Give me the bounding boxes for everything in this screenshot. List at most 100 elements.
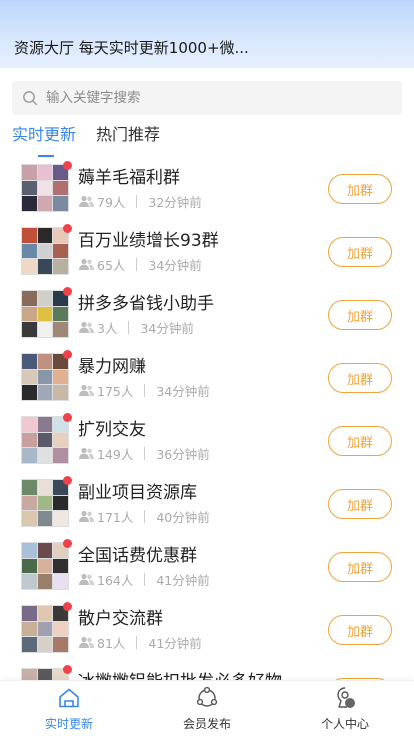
member-count: 65人 <box>97 257 126 273</box>
group-list-item[interactable]: 散户交流群 81人 41分钟前 加群 <box>0 601 414 664</box>
update-time: 32分钟前 <box>148 194 202 210</box>
group-avatar <box>21 605 69 653</box>
divider <box>128 320 130 334</box>
header: 资源大厅 每天实时更新1000+微... <box>0 0 414 68</box>
member-count: 171人 <box>97 509 134 525</box>
group-meta: 164人 41分钟前 <box>79 571 210 588</box>
group-name: 扩列交友 <box>78 420 146 440</box>
tab-hot[interactable]: 热门推荐 <box>96 124 160 146</box>
group-meta: 175人 34分钟前 <box>79 382 210 399</box>
members-icon <box>79 510 94 522</box>
members-icon <box>79 573 94 585</box>
members-icon <box>79 384 94 396</box>
group-list-item[interactable]: 副业项目资源库 171人 40分钟前 加群 <box>0 475 414 538</box>
update-time: 41分钟前 <box>156 572 210 588</box>
group-avatar <box>21 479 69 527</box>
group-meta: 149人 36分钟前 <box>79 445 210 462</box>
members-icon <box>79 195 94 207</box>
group-name: 副业项目资源库 <box>78 483 197 503</box>
unread-badge <box>63 665 72 674</box>
group-avatar <box>21 164 69 212</box>
update-time: 34分钟前 <box>140 320 194 336</box>
divider <box>144 572 146 586</box>
update-time: 34分钟前 <box>148 257 202 273</box>
divider <box>136 635 138 649</box>
group-avatar <box>21 290 69 338</box>
group-list-item[interactable]: 扩列交友 149人 36分钟前 加群 <box>0 412 414 475</box>
group-avatar <box>21 353 69 401</box>
group-avatar <box>21 416 69 464</box>
update-time: 36分钟前 <box>156 446 210 462</box>
unread-badge <box>63 287 72 296</box>
tabbar-item-publish[interactable]: 会员发布 <box>138 681 276 736</box>
home-icon <box>59 688 79 708</box>
group-name: 拼多多省钱小助手 <box>78 294 214 314</box>
member-count: 149人 <box>97 446 134 462</box>
group-name: 百万业绩增长93群 <box>78 231 219 251</box>
divider <box>136 194 138 208</box>
bottom-tabbar: 实时更新 会员发布 个人中心 <box>0 680 414 736</box>
tab-active-indicator <box>38 155 54 157</box>
divider <box>144 509 146 523</box>
members-icon <box>79 321 94 333</box>
member-count: 164人 <box>97 572 134 588</box>
page-title: 资源大厅 每天实时更新1000+微... <box>14 39 249 57</box>
tabbar-label: 个人中心 <box>320 717 369 731</box>
join-group-button[interactable]: 加群 <box>328 552 392 582</box>
unread-badge <box>63 161 72 170</box>
divider <box>136 257 138 271</box>
group-list-item[interactable]: 全国话费优惠群 164人 41分钟前 加群 <box>0 538 414 601</box>
tabbar-label: 会员发布 <box>182 717 231 731</box>
member-count: 79人 <box>97 194 126 210</box>
join-group-button[interactable]: 加群 <box>328 237 392 267</box>
unread-badge <box>63 539 72 548</box>
join-group-button[interactable]: 加群 <box>328 300 392 330</box>
group-name: 全国话费优惠群 <box>78 546 197 566</box>
group-list-item[interactable]: 薅羊毛福利群 79人 32分钟前 加群 <box>0 160 414 223</box>
search-icon <box>23 91 38 106</box>
group-avatar <box>21 227 69 275</box>
search-input[interactable] <box>46 90 376 106</box>
unread-badge <box>63 476 72 485</box>
group-name: 散户交流群 <box>78 609 163 629</box>
group-list-item[interactable]: 拼多多省钱小助手 3人 34分钟前 加群 <box>0 286 414 349</box>
divider <box>144 383 146 397</box>
join-group-button[interactable]: 加群 <box>328 426 392 456</box>
unread-badge <box>63 224 72 233</box>
group-name: 薅羊毛福利群 <box>78 168 180 188</box>
tab-bar: 实时更新 热门推荐 <box>0 122 414 158</box>
members-icon <box>79 447 94 459</box>
unread-badge <box>63 413 72 422</box>
join-group-button[interactable]: 加群 <box>328 489 392 519</box>
members-icon <box>79 258 94 270</box>
unread-badge <box>63 350 72 359</box>
unread-badge <box>63 602 72 611</box>
group-list-item[interactable]: 暴力网赚 175人 34分钟前 加群 <box>0 349 414 412</box>
member-count: 3人 <box>97 320 118 336</box>
group-meta: 79人 32分钟前 <box>79 193 202 210</box>
group-meta: 171人 40分钟前 <box>79 508 210 525</box>
group-list-item[interactable]: 百万业绩增长93群 65人 34分钟前 加群 <box>0 223 414 286</box>
tabbar-item-realtime[interactable]: 实时更新 <box>0 681 138 736</box>
member-count: 175人 <box>97 383 134 399</box>
group-meta: 81人 41分钟前 <box>79 634 202 651</box>
join-group-button[interactable]: 加群 <box>328 615 392 645</box>
member-count: 81人 <box>97 635 126 651</box>
tabbar-item-profile[interactable]: 个人中心 <box>276 681 414 736</box>
user-icon <box>337 687 355 708</box>
divider <box>144 446 146 460</box>
join-group-button[interactable]: 加群 <box>328 174 392 204</box>
share-icon <box>196 686 218 707</box>
group-meta: 3人 34分钟前 <box>79 319 194 336</box>
tabbar-label: 实时更新 <box>44 717 93 731</box>
tab-realtime[interactable]: 实时更新 <box>12 124 76 146</box>
group-meta: 65人 34分钟前 <box>79 256 202 273</box>
update-time: 34分钟前 <box>156 383 210 399</box>
update-time: 41分钟前 <box>148 635 202 651</box>
members-icon <box>79 636 94 648</box>
group-avatar <box>21 542 69 590</box>
search-bar[interactable] <box>12 81 402 115</box>
group-name: 暴力网赚 <box>78 357 146 377</box>
update-time: 40分钟前 <box>156 509 210 525</box>
join-group-button[interactable]: 加群 <box>328 363 392 393</box>
